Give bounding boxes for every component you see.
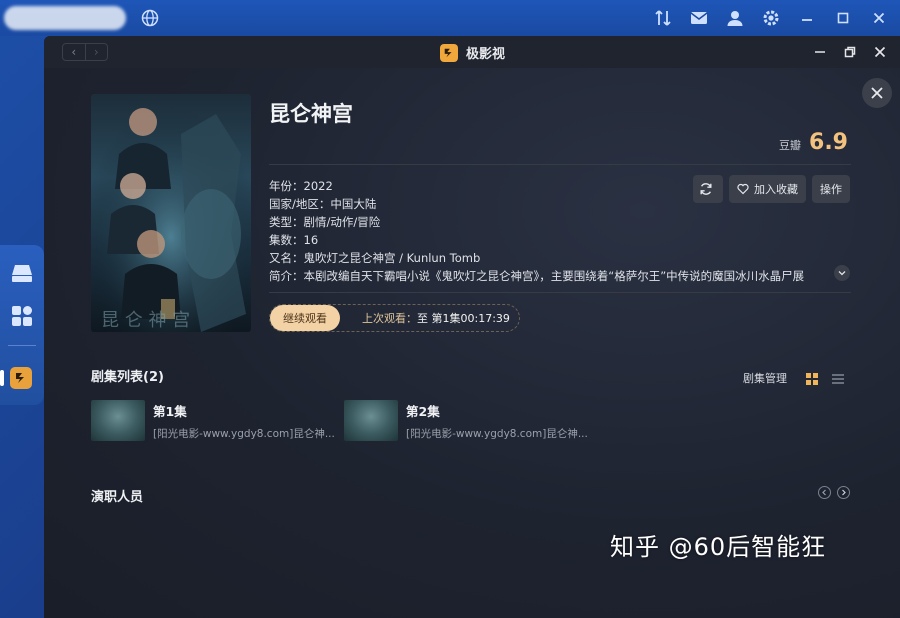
- episode-list-title: 剧集列表(2): [91, 370, 164, 385]
- globe-icon[interactable]: [140, 8, 160, 28]
- episode-thumbnail: [344, 400, 398, 441]
- episode-thumbnail: [91, 400, 145, 441]
- add-favorite-label: 加入收藏: [754, 183, 798, 196]
- rating-label: 豆瓣: [779, 139, 802, 152]
- episode-file: [阳光电影-www.ygdy8.com]昆仑神...: [153, 428, 335, 440]
- desktop-maximize-icon[interactable]: [832, 8, 854, 28]
- meta-genre: 类型：剧情/动作/冒险: [269, 215, 381, 229]
- meta-synopsis: 简介：本剧改编自天下霸唱小说《鬼吹灯之昆仑神宫》，主要围绕着“格萨尔王”中传说的…: [269, 269, 805, 283]
- app-logo-icon: [440, 43, 458, 62]
- episode-name: 第2集: [406, 404, 440, 419]
- window-minimize-icon[interactable]: [812, 44, 828, 60]
- close-detail-button[interactable]: [862, 78, 892, 108]
- header-divider: [269, 164, 851, 165]
- last-watched-value: 至 第1集00:17:39: [417, 312, 510, 325]
- storage-drive-icon[interactable]: [10, 262, 34, 288]
- meta-alias: 又名：鬼吹灯之昆仑神宫 / Kunlun Tomb: [269, 251, 481, 265]
- heart-plus-icon: [737, 183, 749, 195]
- continue-watching-bar: 继续观看 上次观看：至 第1集00:17:39: [269, 304, 520, 332]
- rating-value: 6.9: [809, 130, 848, 155]
- window-close-icon[interactable]: [872, 44, 888, 60]
- expand-synopsis-button[interactable]: [834, 265, 850, 281]
- meta-episodes: 集数：16: [269, 233, 319, 247]
- refresh-button[interactable]: [693, 175, 723, 203]
- forward-button[interactable]: ›: [84, 44, 108, 60]
- svg-text:昆 仑 神 宫: 昆 仑 神 宫: [101, 310, 190, 331]
- desktop-top-bar: [0, 0, 900, 36]
- apps-grid-icon[interactable]: [10, 304, 34, 332]
- episode-file: [阳光电影-www.ygdy8.com]昆仑神...: [406, 428, 588, 440]
- window-restore-icon[interactable]: [842, 44, 858, 60]
- chevron-left-icon: [822, 489, 826, 496]
- video-app-dock-icon[interactable]: [10, 367, 32, 389]
- grid-view-icon[interactable]: [805, 371, 819, 385]
- chevron-down-icon: [838, 271, 846, 276]
- episode-card[interactable]: 第2集 [阳光电影-www.ygdy8.com]昆仑神...: [344, 400, 594, 442]
- user-icon[interactable]: [724, 8, 746, 28]
- episode-card[interactable]: 第1集 [阳光电影-www.ygdy8.com]昆仑神...: [91, 400, 341, 442]
- app-title: 极影视: [440, 43, 505, 62]
- window-title-bar: ‹ › 极影视: [44, 36, 900, 68]
- settings-gear-icon[interactable]: [760, 8, 782, 28]
- last-watched-label: 上次观看：: [362, 312, 417, 325]
- operate-label: 操作: [820, 183, 842, 196]
- transfer-icon[interactable]: [652, 8, 674, 28]
- back-button[interactable]: ‹: [63, 44, 85, 60]
- dock-divider: [8, 345, 36, 346]
- dock-active-indicator: [0, 370, 4, 386]
- list-view-icon[interactable]: [831, 371, 845, 385]
- media-title: 昆仑神宫: [269, 102, 353, 126]
- cast-next-button[interactable]: [837, 486, 850, 499]
- mail-icon[interactable]: [688, 8, 710, 28]
- desktop-search-box[interactable]: [4, 6, 126, 30]
- add-favorite-button[interactable]: 加入收藏: [729, 175, 806, 203]
- refresh-icon: [700, 183, 711, 195]
- meta-divider: [269, 292, 851, 293]
- cast-prev-button[interactable]: [818, 486, 831, 499]
- episode-manage-button[interactable]: 剧集管理: [743, 370, 787, 386]
- navigation-buttons: ‹ ›: [62, 43, 108, 61]
- episode-name: 第1集: [153, 404, 187, 419]
- chevron-right-icon: [842, 489, 846, 496]
- close-icon: [871, 87, 883, 99]
- operate-button[interactable]: 操作: [812, 175, 850, 203]
- desktop-minimize-icon[interactable]: [796, 8, 818, 28]
- last-watched-info: 上次观看：至 第1集00:17:39: [362, 310, 510, 326]
- continue-watching-button[interactable]: 继续观看: [270, 305, 340, 331]
- watermark-text: 知乎 @60后智能狂: [610, 533, 827, 561]
- douban-rating: 豆瓣 6.9: [779, 130, 848, 155]
- cast-section-title: 演职人员: [91, 490, 144, 505]
- desktop-close-icon[interactable]: [868, 8, 890, 28]
- app-title-text: 极影视: [466, 47, 506, 62]
- poster-image: 昆 仑 神 宫: [91, 94, 251, 332]
